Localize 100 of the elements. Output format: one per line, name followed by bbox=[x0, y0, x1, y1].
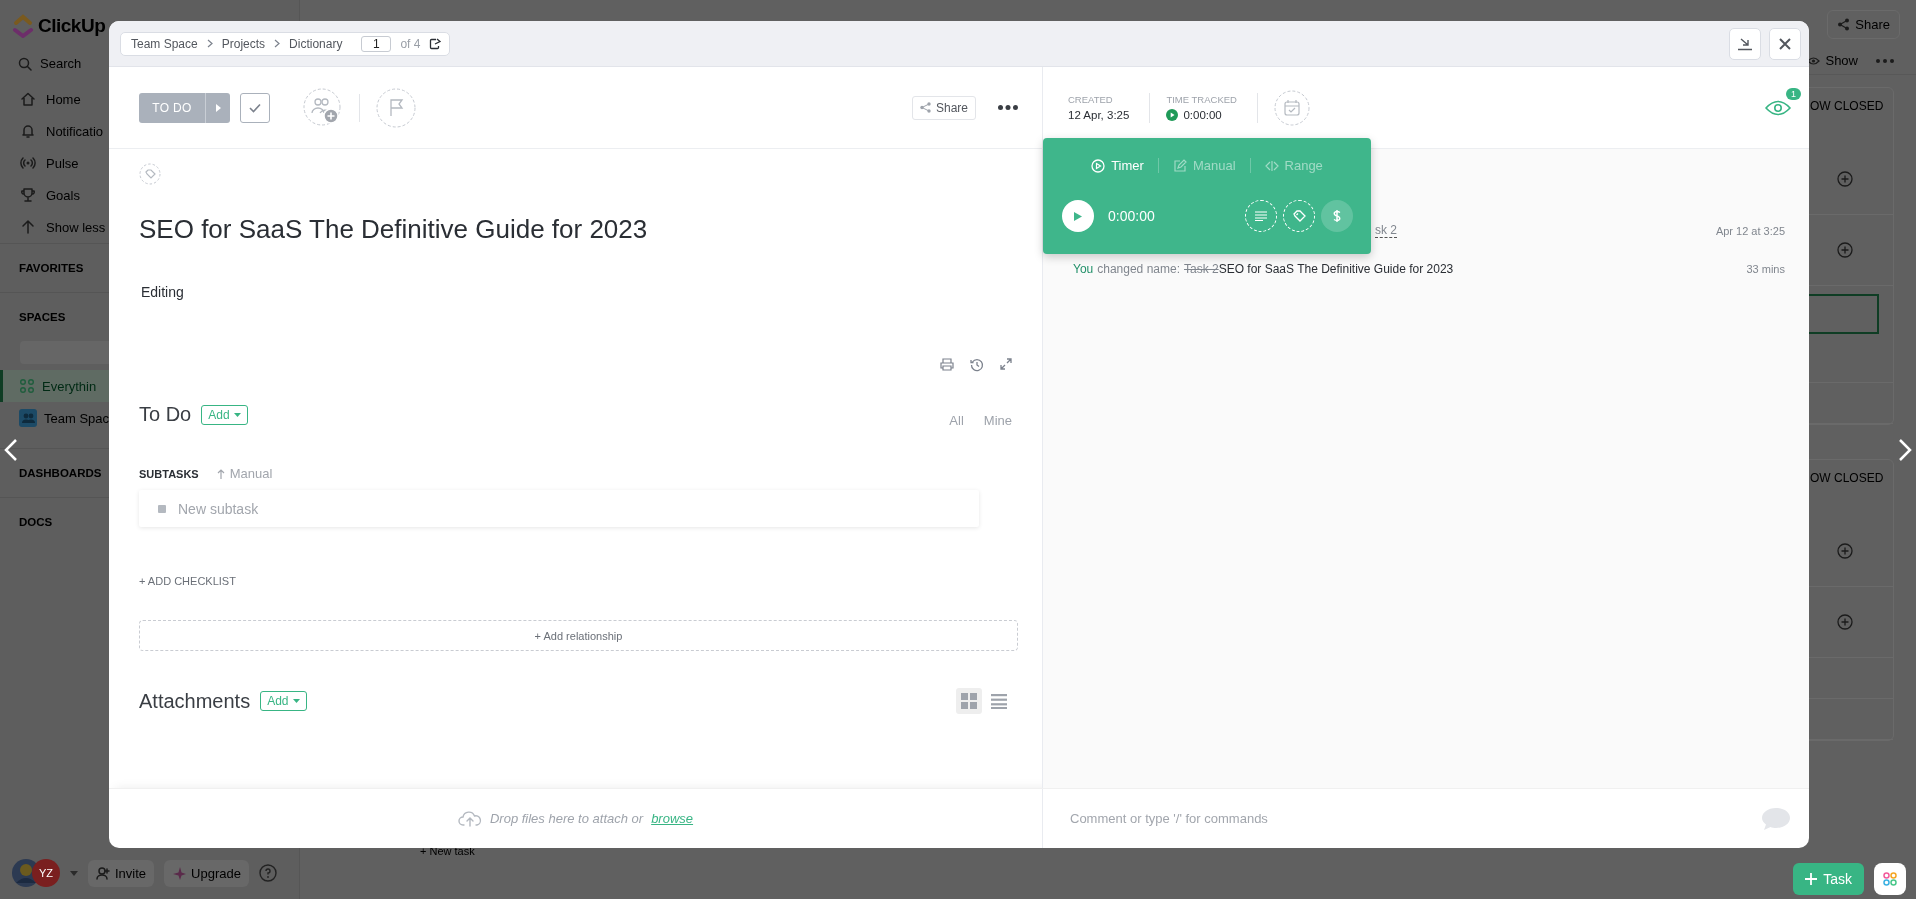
minimize-button[interactable] bbox=[1729, 27, 1761, 60]
created-date: 12 Apr, 3:25 bbox=[1068, 109, 1130, 121]
caret-icon bbox=[70, 870, 78, 876]
task-description[interactable]: Editing bbox=[141, 284, 1018, 300]
add-checklist-button[interactable]: + ADD CHECKLIST bbox=[139, 575, 236, 587]
show-button[interactable]: Show bbox=[1807, 53, 1858, 68]
help-icon[interactable] bbox=[258, 864, 277, 882]
breadcrumb-link[interactable]: Dictionary bbox=[289, 36, 343, 51]
chevron-right-icon bbox=[274, 39, 281, 48]
breadcrumb-link[interactable]: Projects bbox=[221, 36, 266, 51]
tag-icon bbox=[1292, 209, 1306, 223]
add-icon[interactable] bbox=[1837, 242, 1853, 258]
timer-tab[interactable]: Range bbox=[1250, 158, 1337, 173]
timer-value: 0:00:00 bbox=[1108, 208, 1156, 224]
apps-button[interactable] bbox=[1874, 863, 1906, 895]
list-view-icon bbox=[991, 693, 1007, 709]
old-name: Task 2 bbox=[1184, 261, 1219, 276]
search-icon bbox=[18, 56, 32, 71]
add-button[interactable]: Add bbox=[201, 404, 248, 425]
new-name: SEO for SaaS The Definitive Guide for 2023 bbox=[1218, 261, 1454, 276]
more-icon[interactable] bbox=[998, 105, 1018, 110]
nav-label[interactable]: Notificatio bbox=[46, 123, 104, 139]
chevron-left-icon[interactable] bbox=[4, 438, 18, 462]
new-task-button[interactable]: Task bbox=[1793, 863, 1864, 895]
nav-label[interactable]: Pulse bbox=[46, 155, 79, 171]
browse-link[interactable]: browse bbox=[651, 811, 694, 826]
nav-label[interactable]: Goals bbox=[46, 187, 80, 203]
task-title[interactable]: SEO for SaaS The Definitive Guide for 2023 bbox=[139, 214, 1018, 245]
notes-icon bbox=[1255, 211, 1267, 221]
breadcrumb-link[interactable]: Team Space bbox=[131, 36, 198, 51]
caret-icon bbox=[292, 699, 300, 703]
upload-cloud-icon bbox=[457, 809, 482, 828]
nav-label[interactable]: Home bbox=[46, 91, 81, 107]
dollar-icon bbox=[1333, 209, 1341, 223]
add-relationship-button[interactable]: + Add relationship bbox=[139, 620, 1018, 651]
section-heading: SPACES bbox=[18, 310, 67, 325]
add-icon[interactable] bbox=[1837, 614, 1853, 630]
play-icon[interactable] bbox=[1166, 109, 1179, 121]
close-icon bbox=[1778, 36, 1792, 51]
section-heading: DASHBOARDS bbox=[18, 466, 103, 481]
arrow-up-icon bbox=[216, 468, 225, 479]
filter-link[interactable]: Mine bbox=[983, 413, 1012, 428]
section-heading: FAVORITES bbox=[18, 261, 85, 276]
space-item[interactable]: Everythin bbox=[0, 370, 112, 402]
status-button[interactable]: TO DO bbox=[139, 92, 205, 123]
logo-icon bbox=[12, 14, 34, 38]
share-button[interactable]: Share bbox=[1827, 10, 1900, 39]
billable-button[interactable] bbox=[1321, 200, 1353, 232]
play-icon bbox=[1074, 211, 1082, 221]
eye-icon bbox=[1765, 99, 1791, 116]
next-status-button[interactable] bbox=[205, 92, 230, 123]
people-icon bbox=[19, 409, 37, 427]
filter-link[interactable]: All bbox=[949, 413, 964, 428]
timer-tab[interactable]: Manual bbox=[1158, 158, 1251, 173]
invite-button[interactable]: Invite bbox=[88, 859, 155, 887]
add-icon[interactable] bbox=[1837, 171, 1853, 187]
share-button[interactable]: Share bbox=[911, 95, 976, 120]
logo-text: ClickUp bbox=[38, 15, 106, 37]
subtasks-label: SUBTASKS bbox=[139, 467, 199, 480]
share-icon bbox=[919, 102, 931, 113]
activity-actor[interactable]: You bbox=[1073, 261, 1094, 276]
chevron-right-icon[interactable] bbox=[1898, 438, 1912, 462]
add-icon[interactable] bbox=[1837, 543, 1853, 559]
close-button[interactable] bbox=[1769, 27, 1801, 60]
nav-label[interactable]: Show less bbox=[46, 219, 106, 235]
avatar: YZ bbox=[32, 859, 60, 887]
tracked-time: 0:00:00 bbox=[1183, 109, 1222, 121]
bell-icon bbox=[20, 123, 36, 139]
field-label: TIME TRACKED bbox=[1166, 94, 1237, 105]
history-icon[interactable] bbox=[970, 358, 984, 372]
status-square-icon bbox=[158, 504, 166, 513]
expand-icon[interactable] bbox=[1000, 358, 1012, 370]
add-assignee-icon[interactable] bbox=[303, 87, 343, 128]
play-circle-icon bbox=[1091, 158, 1106, 173]
column-heading: OW CLOSED bbox=[1810, 471, 1884, 485]
timer-tab[interactable]: Timer bbox=[1077, 158, 1159, 173]
range-icon bbox=[1264, 158, 1279, 173]
export-icon[interactable] bbox=[429, 37, 442, 50]
activity-text: sk 2 bbox=[1375, 223, 1397, 238]
search-field[interactable]: Search bbox=[40, 56, 100, 71]
column-heading: OW CLOSED bbox=[1810, 99, 1884, 113]
trophy-icon bbox=[20, 187, 36, 203]
view-toggle[interactable] bbox=[956, 688, 982, 714]
upgrade-button[interactable]: Upgrade bbox=[164, 859, 249, 887]
grid-icon bbox=[19, 378, 35, 394]
dots-grid-icon bbox=[1883, 872, 1897, 886]
tag-icon[interactable] bbox=[139, 163, 161, 185]
add-button[interactable]: Add bbox=[260, 691, 307, 711]
page-field[interactable]: 1 bbox=[361, 35, 392, 52]
print-icon[interactable] bbox=[940, 358, 954, 371]
flag-icon[interactable] bbox=[376, 87, 416, 128]
chevron-right-icon bbox=[206, 39, 213, 48]
check-icon bbox=[249, 102, 261, 113]
space-item[interactable]: Team Spac bbox=[0, 402, 112, 434]
pencil-icon bbox=[1172, 158, 1187, 173]
calendar-icon[interactable] bbox=[1273, 89, 1310, 126]
play-button[interactable] bbox=[1062, 200, 1094, 232]
sort-control[interactable]: Manual bbox=[216, 466, 273, 481]
activity-time: Apr 12 at 3:25 bbox=[1715, 224, 1785, 237]
complete-button[interactable] bbox=[240, 92, 270, 123]
